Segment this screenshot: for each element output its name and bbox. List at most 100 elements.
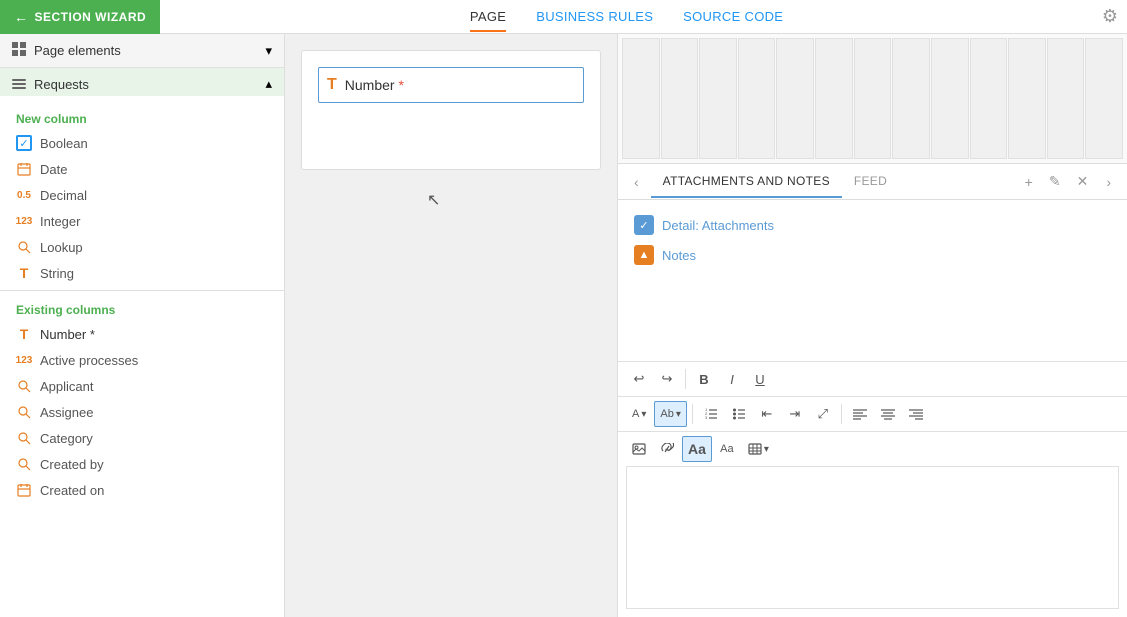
page-canvas[interactable]: T Number * ↖ [285, 34, 617, 617]
font-size-large-button[interactable]: Aa [682, 436, 712, 462]
grid-cell [854, 38, 892, 159]
section-wizard-label: SECTION WIZARD [35, 10, 147, 24]
requests-chevron: ▴ [265, 76, 272, 92]
sidebar-item-number[interactable]: T Number * [0, 321, 284, 347]
grid-cell [815, 38, 853, 159]
right-panel: ‹ ATTACHMENTS AND NOTES FEED + ✎ ✕ › ✓ D… [617, 34, 1127, 617]
category-label: Category [40, 431, 93, 446]
grid-cell [1085, 38, 1123, 159]
highlight-button[interactable]: Ab ▾ [654, 401, 687, 427]
settings-icon[interactable]: ⚙ [1093, 0, 1127, 34]
integer-label: Integer [40, 214, 80, 229]
sidebar-item-active-processes[interactable]: 123 Active processes [0, 347, 284, 373]
italic-button[interactable]: I [719, 366, 745, 392]
toolbar-row-2: A ▾ Ab ▾ 1 2 3 [618, 396, 1127, 431]
tab-page[interactable]: PAGE [470, 1, 506, 32]
number-label: Number * [40, 327, 95, 342]
created-by-lookup-icon [16, 456, 32, 472]
undo-button[interactable]: ↩ [626, 366, 652, 392]
underline-button[interactable]: U [747, 366, 773, 392]
requests-section-header[interactable]: Requests ▴ [0, 68, 284, 96]
created-by-label: Created by [40, 457, 104, 472]
close-attachment-button[interactable]: ✕ [1071, 169, 1095, 194]
date-label: Date [40, 162, 67, 177]
existing-columns-category: Existing columns [0, 295, 284, 321]
unordered-list-button[interactable] [726, 401, 752, 427]
created-on-label: Created on [40, 483, 104, 498]
insert-table-button[interactable]: ▾ [742, 436, 775, 462]
sidebar-item-category[interactable]: Category [0, 425, 284, 451]
required-indicator: * [395, 77, 404, 93]
font-color-button[interactable]: A ▾ [626, 401, 652, 427]
number-string-icon: T [16, 326, 32, 342]
decimal-label: Decimal [40, 188, 87, 203]
grid-cell [738, 38, 776, 159]
align-center-button[interactable] [875, 401, 901, 427]
new-column-category: New column [0, 104, 284, 130]
sidebar-item-lookup[interactable]: Lookup [0, 234, 284, 260]
sidebar: Page elements ▾ Requests ▴ New column ✓ … [0, 34, 285, 617]
sidebar-item-string[interactable]: T String [0, 260, 284, 286]
section-wizard-button[interactable]: ← SECTION WIZARD [0, 0, 160, 34]
edit-attachment-button[interactable]: ✎ [1043, 169, 1067, 194]
applicant-label: Applicant [40, 379, 93, 394]
tab-feed[interactable]: FEED [842, 166, 899, 198]
sidebar-item-assignee[interactable]: Assignee [0, 399, 284, 425]
calendar-icon [16, 161, 32, 177]
number-field-row[interactable]: T Number * [318, 67, 584, 103]
integer-icon: 123 [16, 213, 32, 229]
tab-attachments-notes[interactable]: ATTACHMENTS AND NOTES [651, 166, 842, 198]
grid-cell [1008, 38, 1046, 159]
attachments-prev-button[interactable]: ‹ [630, 170, 643, 194]
right-panel-grid [618, 34, 1127, 164]
notes-item[interactable]: ▲ Notes [634, 240, 1111, 270]
grid-cell [776, 38, 814, 159]
hamburger-icon [12, 79, 26, 89]
align-left-button[interactable] [847, 401, 873, 427]
main-tabs: PAGE BUSINESS RULES SOURCE CODE [160, 1, 1093, 32]
grid-cell [970, 38, 1008, 159]
font-size-small-button[interactable]: Aa [714, 436, 740, 462]
grid-cell [931, 38, 969, 159]
redo-button[interactable]: ↪ [654, 366, 680, 392]
detail-attachments-label: Detail: Attachments [662, 218, 774, 233]
page-elements-header[interactable]: Page elements ▾ [0, 34, 284, 68]
sidebar-item-created-by[interactable]: Created by [0, 451, 284, 477]
toolbar-row-1: ↩ ↪ B I U [618, 361, 1127, 396]
tab-business-rules[interactable]: BUSINESS RULES [536, 1, 653, 32]
lookup-icon [16, 239, 32, 255]
attachments-next-button[interactable]: › [1102, 170, 1115, 194]
field-type-icon: T [327, 76, 337, 94]
sidebar-item-integer[interactable]: 123 Integer [0, 208, 284, 234]
active-processes-label: Active processes [40, 353, 138, 368]
decrease-indent-button[interactable]: ⇤ [754, 401, 780, 427]
category-lookup-icon [16, 430, 32, 446]
notes-editor[interactable] [626, 466, 1119, 609]
insert-image-button[interactable] [626, 436, 652, 462]
attachments-header: ‹ ATTACHMENTS AND NOTES FEED + ✎ ✕ › [618, 164, 1127, 200]
attachments-panel: ‹ ATTACHMENTS AND NOTES FEED + ✎ ✕ › ✓ D… [618, 164, 1127, 617]
detail-attachments-item[interactable]: ✓ Detail: Attachments [634, 210, 1111, 240]
requests-label: Requests [34, 77, 89, 92]
align-right-button[interactable] [903, 401, 929, 427]
sidebar-item-created-on[interactable]: Created on [0, 477, 284, 503]
increase-indent-button[interactable]: ⇥ [782, 401, 808, 427]
sidebar-item-boolean[interactable]: ✓ Boolean [0, 130, 284, 156]
tab-source-code[interactable]: SOURCE CODE [683, 1, 783, 32]
grid-icon [12, 42, 26, 59]
expand-button[interactable]: ⤢ [810, 401, 836, 427]
bold-button[interactable]: B [691, 366, 717, 392]
canvas-card: T Number * [301, 50, 601, 170]
sidebar-item-date[interactable]: Date [0, 156, 284, 182]
created-on-calendar-icon [16, 482, 32, 498]
ordered-list-button[interactable]: 1 2 3 [698, 401, 724, 427]
active-processes-icon: 123 [16, 352, 32, 368]
grid-cell [699, 38, 737, 159]
grid-cell [622, 38, 660, 159]
insert-link-button[interactable] [654, 436, 680, 462]
sidebar-item-applicant[interactable]: Applicant [0, 373, 284, 399]
add-attachment-button[interactable]: + [1019, 170, 1039, 194]
svg-text:3: 3 [705, 415, 708, 420]
sidebar-item-decimal[interactable]: 0.5 Decimal [0, 182, 284, 208]
grid-cell [1047, 38, 1085, 159]
